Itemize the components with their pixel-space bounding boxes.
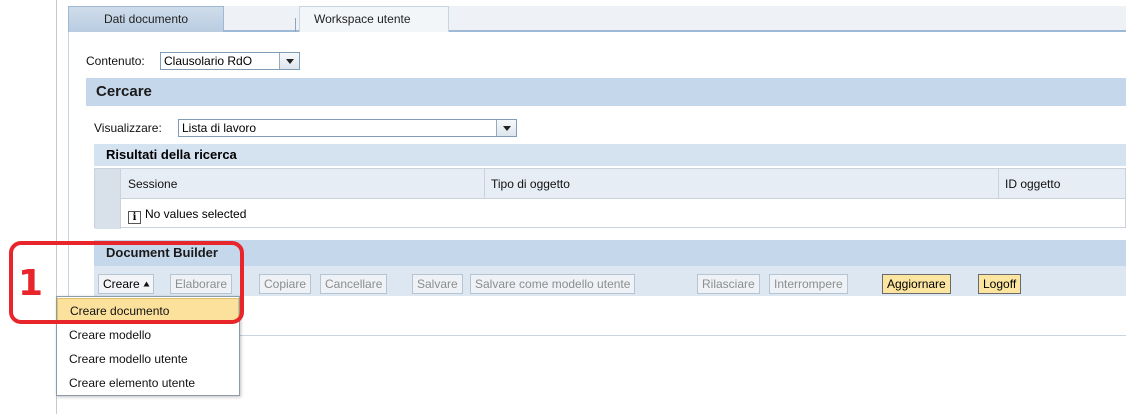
cancellare-button[interactable]: Cancellare [320,274,388,294]
rilasciare-button[interactable]: Rilasciare [697,274,760,294]
logoff-button[interactable]: Logoff [978,274,1022,294]
content-dropdown-value: Clausolario RdO [164,54,253,68]
callout-number: 1 [18,263,44,304]
column-header-tipo-oggetto[interactable]: Tipo di oggetto [485,169,998,199]
menu-item-creare-elemento-utente[interactable]: Creare elemento utente [57,371,239,395]
results-header: Risultati della ricerca [94,144,1126,166]
table-row: i No values selected [122,200,1125,228]
copiare-button[interactable]: Copiare [259,274,312,294]
info-icon: i [128,211,141,224]
view-label: Visualizzare: [94,121,162,135]
aggiornare-button[interactable]: Aggiornare [882,274,951,294]
document-builder-header: Document Builder [94,240,1126,266]
interrompere-button[interactable]: Interrompere [769,274,848,294]
document-builder-toolbar: Creare Elaborare Copiare Cancellare Salv… [94,266,1126,296]
content-dropdown[interactable]: Clausolario RdO [160,52,300,70]
column-header-id-oggetto[interactable]: ID oggetto [999,169,1126,199]
callout-box [9,241,244,324]
search-section-header: Cercare [86,78,1126,106]
column-header-sessione[interactable]: Sessione [122,169,484,199]
empty-message: No values selected [145,207,247,221]
tab-strip: Dati documento Workspace utente [68,6,1126,32]
view-dropdown-value: Lista di lavoro [182,121,257,135]
chevron-down-icon[interactable] [496,120,516,136]
menu-item-creare-modello[interactable]: Creare modello [57,323,239,347]
tab-workspace-utente[interactable]: Workspace utente [299,6,449,32]
salvare-button[interactable]: Salvare [412,274,463,294]
content-label: Contenuto: [86,54,145,68]
results-table: Sessione Tipo di oggetto ID oggetto i No … [94,168,1126,229]
salvare-modello-utente-button[interactable]: Salvare come modello utente [470,274,636,294]
row-selector-column[interactable] [95,169,121,229]
menu-item-creare-modello-utente[interactable]: Creare modello utente [57,347,239,371]
tab-dati-documento[interactable]: Dati documento [68,6,224,32]
tab-separator [295,18,296,32]
view-dropdown[interactable]: Lista di lavoro [178,119,517,137]
chevron-down-icon[interactable] [279,53,299,69]
